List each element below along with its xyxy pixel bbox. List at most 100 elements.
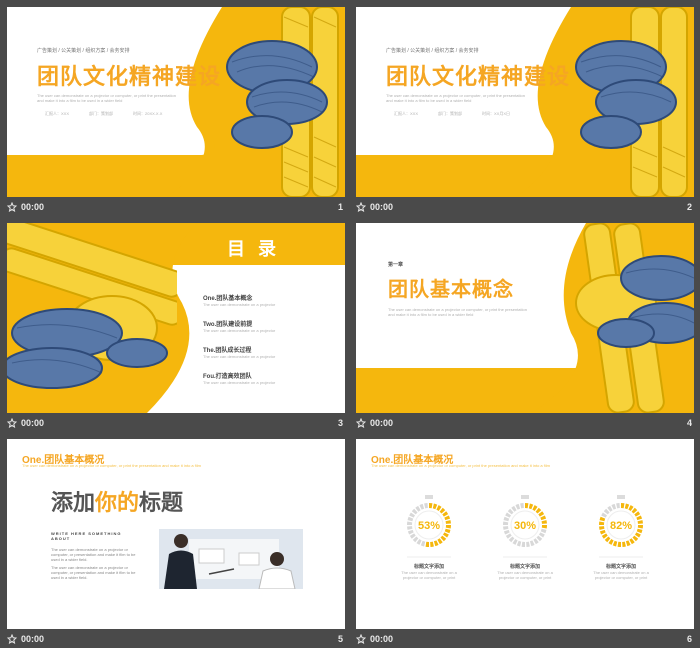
- gauge-segment: [407, 516, 414, 522]
- gauge-segment: [632, 535, 639, 542]
- gauge-segment: [440, 535, 447, 542]
- rope-knot-image: [575, 223, 694, 413]
- gauge-segment: [430, 541, 434, 547]
- star-icon: [6, 633, 18, 645]
- gauge-segment: [617, 541, 621, 547]
- slide-5-paragraph-2: The user can demonstrate on a projector …: [51, 565, 136, 580]
- gauge-segment: [622, 541, 626, 547]
- gauge-segment: [538, 511, 545, 517]
- gauge-segment: [624, 503, 630, 510]
- slide-5-headline: 添加你的标题: [51, 490, 184, 515]
- slide-thumbnail-1[interactable]: 广告策划 / 公关策划 / 组织方案 / 会务安排 团队文化精神建设 The u…: [6, 7, 345, 216]
- gauge-segment: [512, 538, 518, 545]
- slide-number: 1: [337, 202, 343, 212]
- toc-item[interactable]: One.团队基本概念 The user can demonstrate on a…: [203, 293, 275, 307]
- slide-6-canvas[interactable]: One.团队基本概况 The user can demonstrate on a…: [356, 439, 694, 629]
- slide-4-canvas[interactable]: 第一章 团队基本概念 The user can demonstrate on a…: [356, 223, 694, 413]
- slide-5-write-label: WRITE HERE SOMETHING ABOUT: [51, 531, 122, 541]
- toc-item[interactable]: The.团队成长过程 The user can demonstrate on a…: [203, 345, 275, 359]
- gauge-segment: [536, 535, 543, 542]
- gauge-segment: [444, 528, 451, 534]
- gauge-segment: [628, 505, 634, 512]
- gauge-segment: [407, 526, 413, 530]
- gauge-segment: [420, 540, 426, 547]
- gauge-segment: [445, 520, 451, 524]
- gauge-segment: [520, 503, 524, 509]
- toc-list: One.团队基本概念 The user can demonstrate on a…: [203, 293, 275, 385]
- gauge-segment: [599, 521, 605, 525]
- gauge-segment: [503, 529, 510, 535]
- slide-thumbnail-4[interactable]: 第一章 团队基本概念 The user can demonstrate on a…: [355, 223, 694, 432]
- gauge-segment: [407, 521, 413, 525]
- slide-thumbnail-3[interactable]: 目 录 One.团队基本概念 The user can demonstrate …: [6, 223, 345, 432]
- gauge-segment: [445, 525, 451, 529]
- slide-5-canvas[interactable]: One.团队基本概况 The user can demonstrate on a…: [7, 439, 345, 629]
- gauge-segment: [412, 536, 419, 543]
- gauge-segment: [515, 503, 521, 510]
- gauge-caption-3: 标题文字添加 The user can demonstrate on a pro…: [593, 564, 649, 580]
- gauge-segment: [533, 538, 539, 545]
- gauge-segment: [636, 515, 643, 521]
- slide-1-info-row: 汇报人：XXX 部门：策划部 时间：20XX.X.X: [45, 111, 163, 116]
- gauge-segment: [535, 507, 542, 514]
- gauge-segment: [634, 511, 641, 517]
- slide-thumbnail-5[interactable]: One.团队基本概况 The user can demonstrate on a…: [6, 439, 345, 648]
- gauge-segment: [611, 503, 617, 510]
- gauge-segment: [631, 507, 638, 514]
- slide-thumbnail-2[interactable]: 广告策划 / 公关策划 / 组织方案 / 会务安排 团队文化精神建设 The u…: [355, 7, 694, 216]
- slide-2-canvas[interactable]: 广告策划 / 公关策划 / 组织方案 / 会务安排 团队文化精神建设 The u…: [356, 7, 694, 197]
- slide-3-title: 目 录: [227, 239, 281, 259]
- gauge-caption-1: 标题文字添加 The user can demonstrate on a pro…: [401, 564, 457, 580]
- gauge-segment: [599, 529, 606, 535]
- slide-1-canvas[interactable]: 广告策划 / 公关策划 / 组织方案 / 会务安排 团队文化精神建设 The u…: [7, 7, 345, 197]
- slide-3-meta: 00:00 3: [6, 414, 345, 432]
- percentage-gauge: 30%: [503, 495, 547, 558]
- gauge-segment: [411, 508, 418, 515]
- gauge-segment: [541, 525, 547, 529]
- gauge-segment: [425, 541, 429, 547]
- gauge-segment: [603, 508, 610, 515]
- gauge-segment: [442, 532, 449, 538]
- gauge-segment: [507, 508, 514, 515]
- gauge-segment: [608, 538, 614, 545]
- business-meeting-photo: [159, 529, 303, 589]
- toc-item[interactable]: Two.团队建设前提 The user can demonstrate on a…: [203, 319, 275, 333]
- percentage-gauge: 53%: [407, 495, 451, 558]
- timer: 00:00: [370, 634, 394, 644]
- gauge-segment: [599, 526, 605, 530]
- gauge-segment: [432, 503, 438, 510]
- toc-item[interactable]: Fou.打造高效团队 The user can demonstrate on a…: [203, 371, 275, 385]
- gauge-segment: [637, 525, 643, 529]
- gauge-knob: [521, 495, 529, 499]
- slide-2-meta: 00:00 2: [355, 198, 694, 216]
- timer: 00:00: [370, 418, 394, 428]
- slide-thumbnail-6[interactable]: One.团队基本概况 The user can demonstrate on a…: [355, 439, 694, 648]
- gauge-segment: [599, 516, 606, 522]
- gauge-segment: [437, 538, 443, 545]
- slide-4-chapter: 第一章: [388, 262, 404, 268]
- slide-2-info-row: 汇报人：XXX 部门：策划部 时间：XX月X日: [394, 111, 511, 116]
- gauge-segment: [407, 529, 414, 535]
- gauge-value-label: 30%: [514, 520, 536, 532]
- gauge-segment: [503, 526, 509, 530]
- timer: 00:00: [21, 202, 45, 212]
- star-icon: [6, 417, 18, 429]
- gauge-segment: [419, 503, 425, 510]
- gauge-segment: [511, 505, 517, 512]
- gauge-segment: [505, 512, 512, 518]
- slide-3-canvas[interactable]: 目 录 One.团队基本概念 The user can demonstrate …: [7, 223, 345, 413]
- gauge-segment: [516, 540, 522, 547]
- slide-5-paragraph-1: The user can demonstrate on a projector …: [51, 547, 136, 562]
- gauge-value-label: 53%: [418, 520, 440, 532]
- gauge-segment: [415, 505, 421, 512]
- gauge-segment: [436, 505, 442, 512]
- gauge-segment: [532, 505, 538, 512]
- slide-2-desc: The user can demonstrate on a projector …: [386, 93, 525, 103]
- gauge-segment: [604, 536, 611, 543]
- timer: 00:00: [21, 418, 45, 428]
- gauge-segment: [636, 528, 643, 534]
- timer: 00:00: [370, 202, 394, 212]
- gauge-segment: [409, 512, 416, 518]
- slide-1-desc: The user can demonstrate on a projector …: [37, 93, 176, 103]
- gauge-segment: [503, 516, 510, 522]
